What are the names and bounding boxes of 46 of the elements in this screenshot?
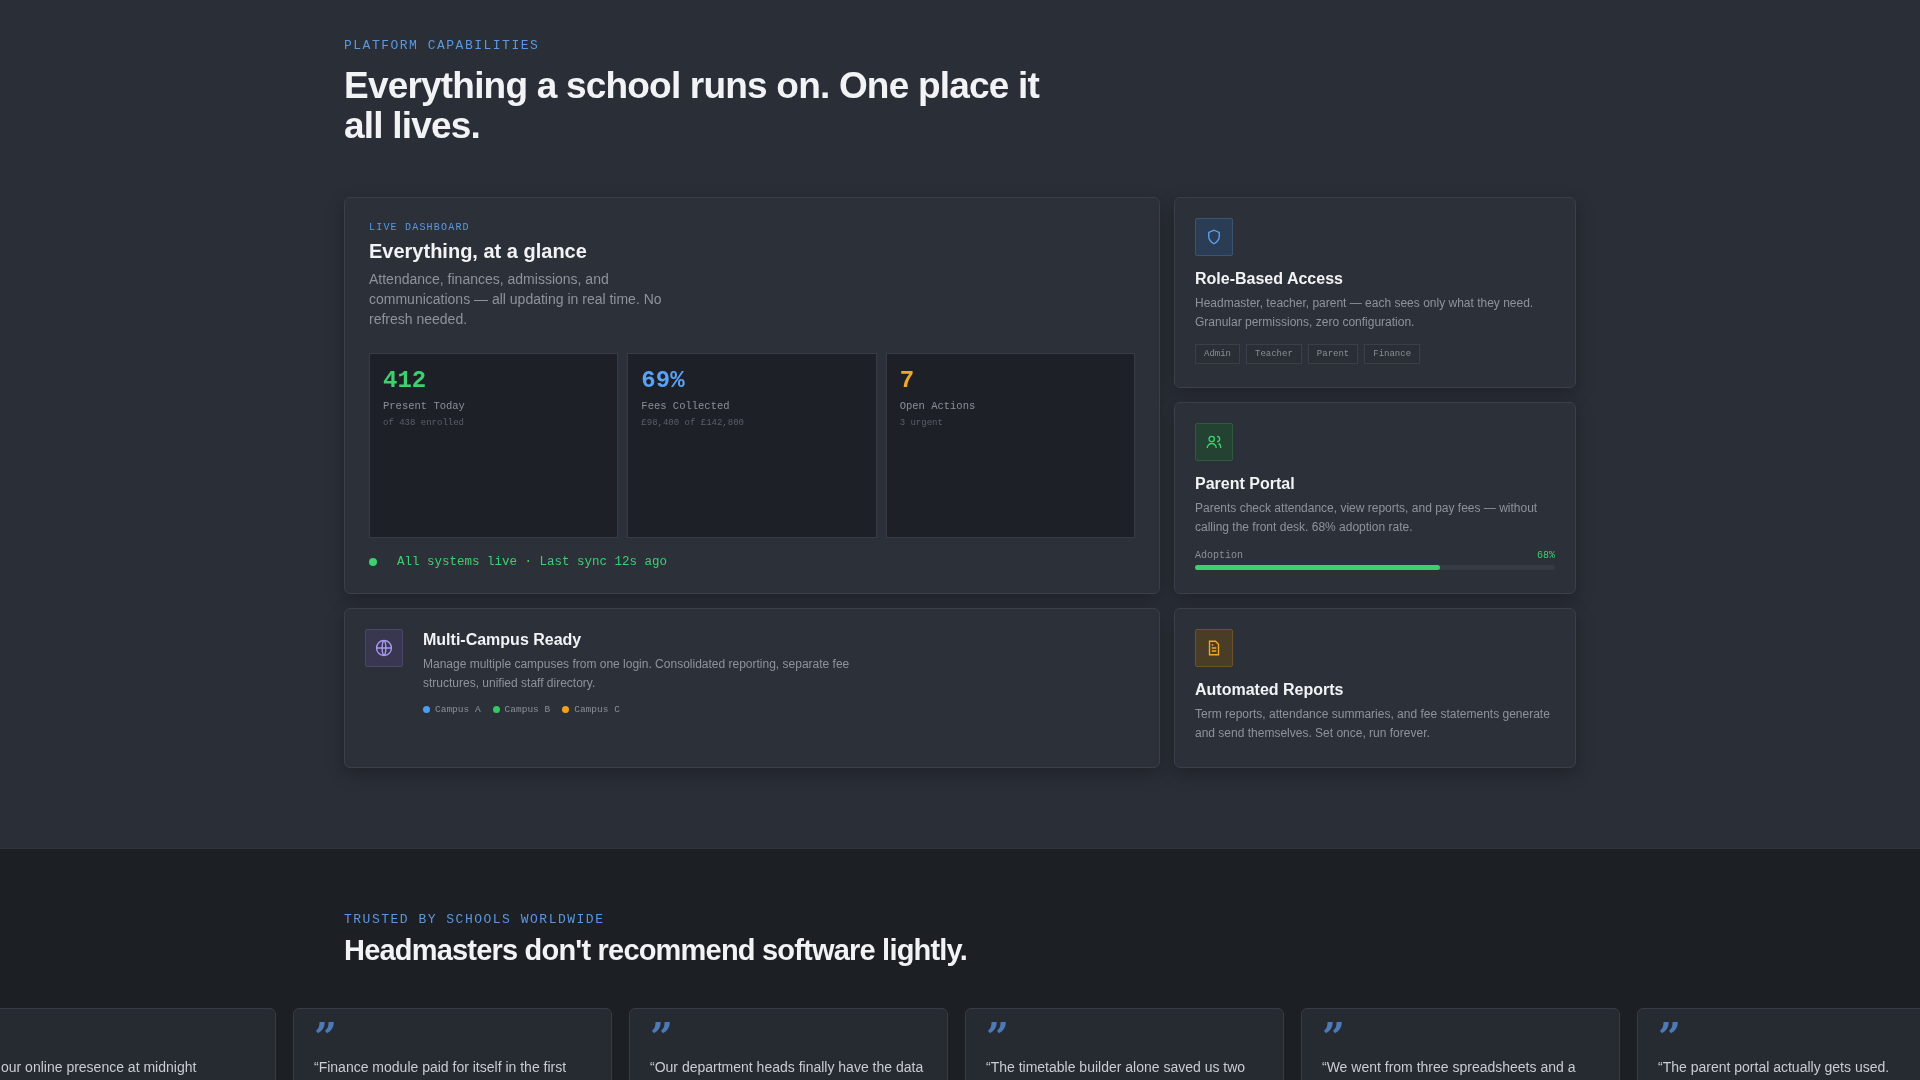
shield-icon xyxy=(1205,227,1223,246)
stat-value: 7 xyxy=(899,366,916,394)
campus-label: Campus A xyxy=(435,703,481,715)
stat-note: £98,400 of £142,800 xyxy=(641,417,745,428)
section-eyebrow: TRUSTED BY SCHOOLS WORLDWIDE xyxy=(344,911,606,927)
progress-reading: 68% xyxy=(1537,549,1555,561)
testimonial-quote: “Finance module paid for itself in the first xyxy=(314,1059,568,1076)
feature-title: Multi-Campus Ready xyxy=(423,630,583,649)
section-headline: Headmasters don't recommend software lightly. xyxy=(344,934,968,967)
feature-title: Role-Based Access xyxy=(1195,269,1344,288)
campus-label: Campus C xyxy=(574,703,620,715)
stat-label: Open Actions xyxy=(899,399,977,412)
quote-mark: ” xyxy=(1322,1023,1345,1052)
feature-title: Automated Reports xyxy=(1195,680,1345,699)
globe-icon xyxy=(374,637,394,658)
quote-mark: ” xyxy=(986,1023,1009,1052)
feature-description: Parents check attendance, view reports, and pay fees — without calling the front desk. 68% adoption rate. xyxy=(1195,499,1539,536)
testimonial-quote: “Our department heads finally have the data xyxy=(650,1059,925,1076)
stat-label: Fees Collected xyxy=(641,399,731,412)
testimonial-quote: “We went from three spreadsheets and a xyxy=(1322,1059,1577,1076)
stat-label: Present Today xyxy=(383,399,466,412)
card-title: Everything, at a glance xyxy=(369,239,588,263)
status-dot xyxy=(369,557,377,566)
progress-label: Adoption xyxy=(1195,549,1243,561)
feature-description: Manage multiple campuses from one login. Consolidated reporting, separate fee structures, unified staff directory. xyxy=(423,655,851,692)
feature-title: Parent Portal xyxy=(1195,474,1296,493)
status-text: All systems live · Last sync 12s ago xyxy=(397,554,668,569)
role-tag: Admin xyxy=(1195,343,1240,364)
section-headline: Everything a school runs on. One place it all lives. xyxy=(344,66,1041,146)
quote-mark: ” xyxy=(1658,1023,1681,1052)
card-eyebrow: LIVE DASHBOARD xyxy=(369,221,471,233)
role-tag: Teacher xyxy=(1246,343,1302,364)
quote-mark: ” xyxy=(314,1023,337,1052)
role-tag: Parent xyxy=(1307,343,1359,364)
card-description: Attendance, finances, admissions, and communications — all updating in real time. No refresh needed. xyxy=(369,269,663,329)
role-tag: Finance xyxy=(1364,343,1421,364)
quote-mark: ” xyxy=(650,1023,673,1052)
campus-label: Campus B xyxy=(504,703,551,715)
testimonial-quote: our online presence at midnight xyxy=(1,1059,198,1076)
feature-description: Headmaster, teacher, parent — each sees only what they need. Granular permissions, zero configuration. xyxy=(1195,294,1535,331)
stat-value: 412 xyxy=(383,366,428,394)
feature-description: Term reports, attendance summaries, and fee statements generate and send themselves. Set once, run forever. xyxy=(1195,705,1551,742)
testimonial-quote: “The timetable builder alone saved us two xyxy=(986,1059,1247,1076)
section-eyebrow: PLATFORM CAPABILITIES xyxy=(344,38,541,53)
stat-value: 69% xyxy=(641,366,686,394)
testimonial-quote: “The parent portal actually gets used. xyxy=(1658,1059,1891,1076)
